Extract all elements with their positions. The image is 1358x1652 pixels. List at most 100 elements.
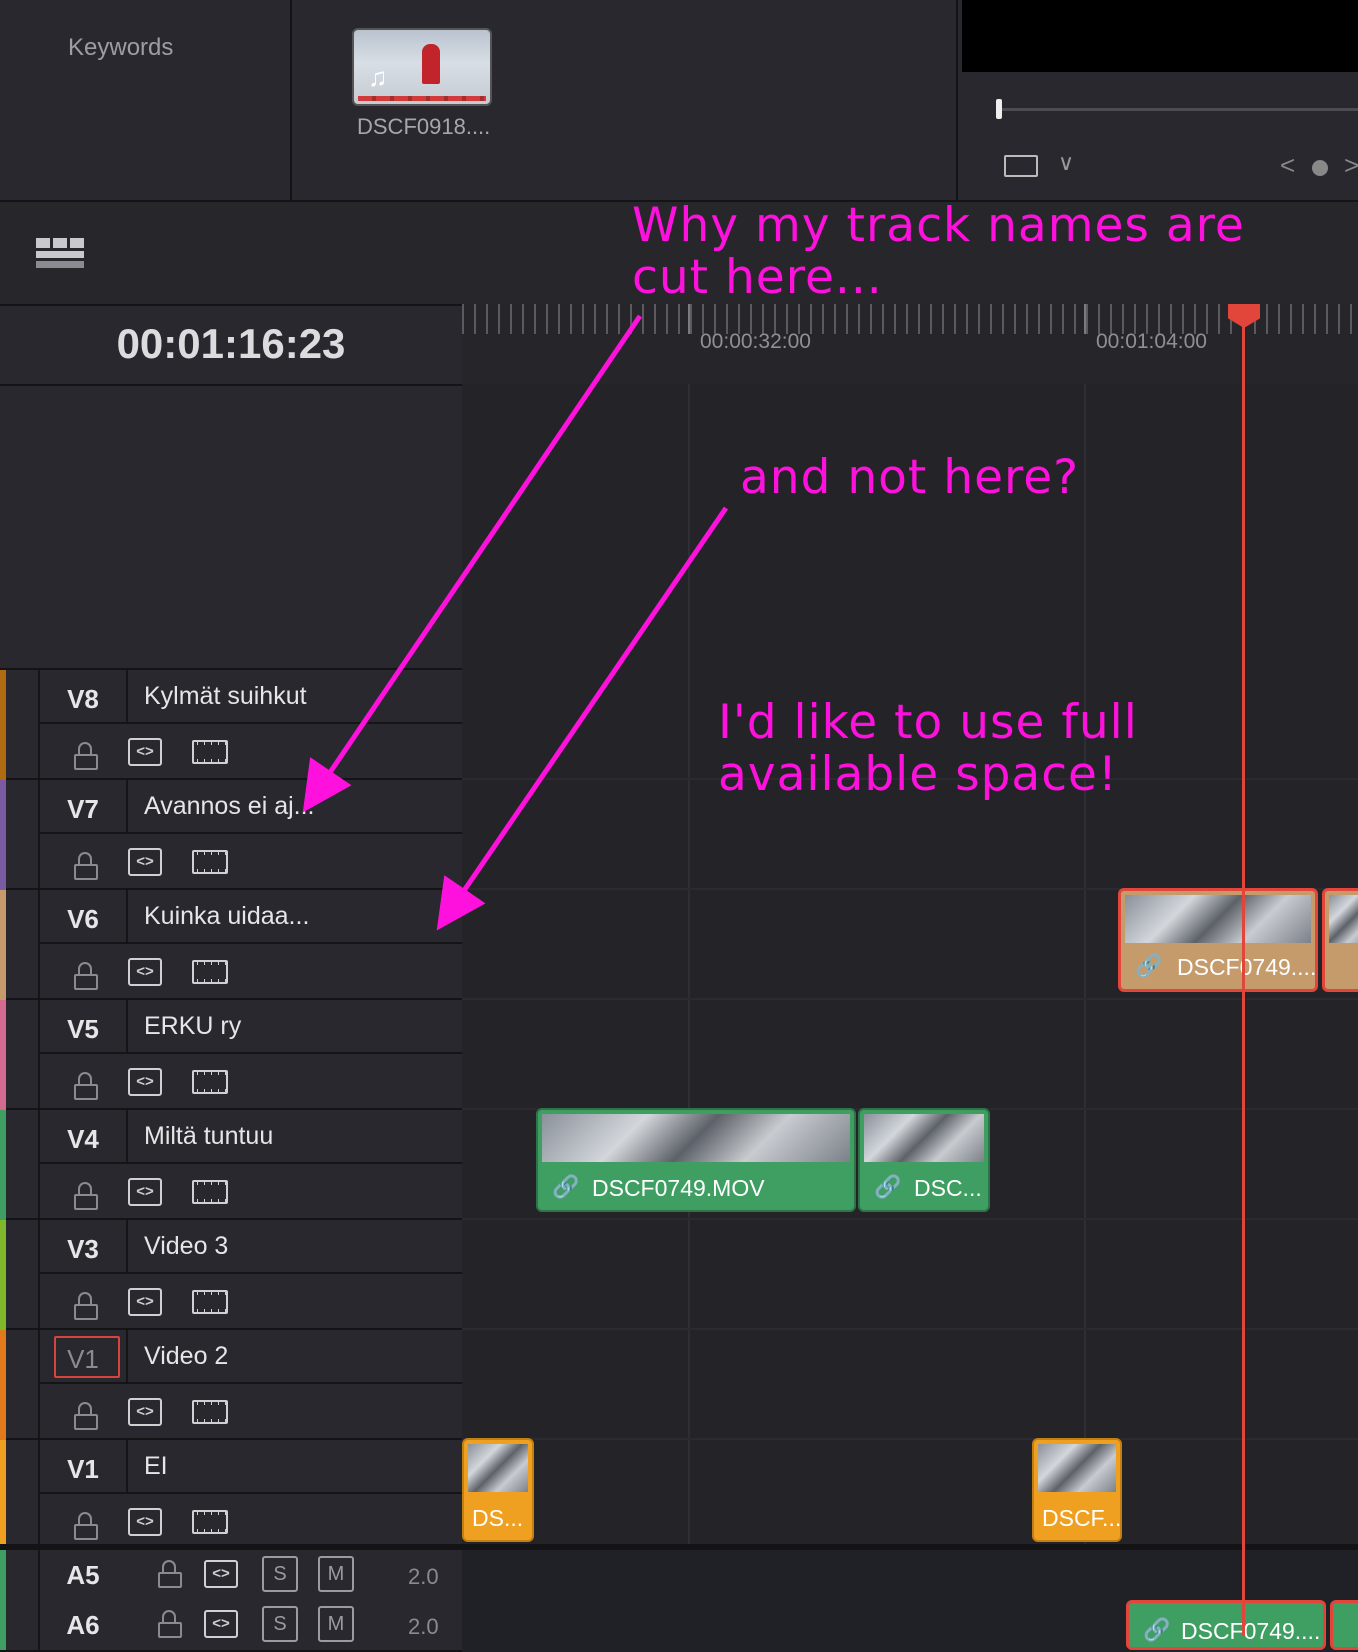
- audio-track-header[interactable]: A5 <> S M 2.0: [0, 1550, 462, 1602]
- film-strip-icon[interactable]: [1004, 155, 1038, 177]
- track-header[interactable]: V8 Kylmät suihkut <>: [0, 670, 462, 780]
- prev-icon[interactable]: <: [1280, 150, 1295, 181]
- timeline-clip-v1-b[interactable]: DSCF...: [1032, 1438, 1122, 1542]
- track-color-bar: [0, 1330, 6, 1440]
- video-track-row: V5 ERKU ry <>: [0, 1000, 1358, 1110]
- film-strip-icon[interactable]: [192, 1400, 228, 1424]
- lock-icon[interactable]: [74, 1512, 98, 1540]
- viewer-screen: [962, 0, 1358, 72]
- auto-select-icon[interactable]: <>: [128, 848, 162, 876]
- timeline-clip-v6[interactable]: 🔗 DSCF0749....: [1118, 888, 1318, 992]
- film-strip-icon[interactable]: [192, 740, 228, 764]
- auto-select-icon[interactable]: <>: [128, 958, 162, 986]
- track-name[interactable]: Video 2: [144, 1342, 228, 1371]
- ruler-major-tick: [688, 304, 690, 334]
- track-name[interactable]: EI: [144, 1452, 168, 1481]
- timeline-clip-v6-next[interactable]: [1322, 888, 1358, 992]
- auto-select-icon[interactable]: <>: [128, 1508, 162, 1536]
- track-id[interactable]: V5: [40, 1014, 126, 1045]
- track-id[interactable]: A6: [40, 1610, 126, 1641]
- track-id[interactable]: V3: [40, 1234, 126, 1265]
- timeline-clip-a6[interactable]: 🔗 DSCF0749....: [1126, 1600, 1326, 1650]
- auto-select-icon[interactable]: <>: [204, 1560, 238, 1588]
- solo-button[interactable]: S: [262, 1556, 298, 1592]
- keywords-label[interactable]: Keywords: [68, 34, 173, 62]
- viewer-scrub-handle[interactable]: [996, 99, 1002, 119]
- auto-select-icon[interactable]: <>: [128, 1178, 162, 1206]
- track-header[interactable]: V5 ERKU ry <>: [0, 1000, 462, 1110]
- track-name[interactable]: Kylmät suihkut: [144, 682, 307, 711]
- film-strip-icon[interactable]: [192, 1290, 228, 1314]
- timeline-clip-v1-a[interactable]: DS...: [462, 1438, 534, 1542]
- lock-icon[interactable]: [74, 1292, 98, 1320]
- track-id[interactable]: V4: [40, 1124, 126, 1155]
- track-lane[interactable]: [462, 1330, 1358, 1440]
- track-id[interactable]: V7: [40, 794, 126, 825]
- track-midline: [40, 1162, 462, 1164]
- track-id[interactable]: V6: [40, 904, 126, 935]
- film-strip-icon[interactable]: [192, 960, 228, 984]
- link-icon: 🔗: [1135, 953, 1163, 978]
- film-strip-icon[interactable]: [192, 1180, 228, 1204]
- clip-thumbnails: [1125, 895, 1311, 943]
- film-strip-icon[interactable]: [192, 850, 228, 874]
- track-id[interactable]: V1: [40, 1454, 126, 1485]
- audio-channels: 2.0: [408, 1564, 439, 1589]
- chevron-down-icon[interactable]: ∨: [1058, 150, 1074, 176]
- track-header[interactable]: V4 Miltä tuntuu <>: [0, 1110, 462, 1220]
- track-name[interactable]: Kuinka uidaa...: [144, 902, 309, 931]
- auto-select-icon[interactable]: <>: [128, 1068, 162, 1096]
- media-clip-name[interactable]: DSCF0918....: [357, 114, 490, 140]
- auto-select-icon[interactable]: <>: [128, 738, 162, 766]
- lock-icon[interactable]: [74, 742, 98, 770]
- track-lane[interactable]: [462, 1220, 1358, 1330]
- playhead-line[interactable]: [1242, 318, 1245, 1636]
- auto-select-icon[interactable]: <>: [204, 1610, 238, 1638]
- next-icon[interactable]: >: [1344, 150, 1358, 181]
- dot-icon[interactable]: [1312, 160, 1328, 176]
- track-name[interactable]: Avannos ei aj...: [144, 792, 314, 821]
- audio-channels: 2.0: [408, 1614, 439, 1639]
- timecode-display[interactable]: 00:01:16:23: [0, 320, 462, 368]
- timeline-clip-v4-a[interactable]: 🔗 DSCF0749.MOV: [536, 1108, 856, 1212]
- lock-icon[interactable]: [74, 962, 98, 990]
- lock-icon[interactable]: [74, 1072, 98, 1100]
- track-lane[interactable]: [462, 1440, 1358, 1550]
- timeline-clip-a6-next[interactable]: [1330, 1600, 1358, 1650]
- track-header[interactable]: V6 Kuinka uidaa... <>: [0, 890, 462, 1000]
- auto-select-icon[interactable]: <>: [128, 1288, 162, 1316]
- track-name[interactable]: Miltä tuntuu: [144, 1122, 273, 1151]
- track-header[interactable]: V7 Avannos ei aj... <>: [0, 780, 462, 890]
- track-color-bar: [0, 780, 6, 890]
- track-header[interactable]: V3 Video 3 <>: [0, 1220, 462, 1330]
- clip-person-figure: [422, 44, 440, 84]
- track-id[interactable]: V8: [40, 684, 126, 715]
- timeline-clip-v4-b[interactable]: 🔗 DSC...: [858, 1108, 990, 1212]
- track-color-bar: [0, 1000, 6, 1110]
- track-lane[interactable]: [462, 1000, 1358, 1110]
- track-name[interactable]: ERKU ry: [144, 1012, 241, 1041]
- track-id[interactable]: V1: [40, 1344, 126, 1375]
- lock-icon[interactable]: [74, 1402, 98, 1430]
- track-id[interactable]: A5: [40, 1560, 126, 1591]
- track-header[interactable]: V1 EI <>: [0, 1440, 462, 1550]
- lock-icon[interactable]: [158, 1610, 182, 1638]
- viewer-scrub-bar[interactable]: [998, 108, 1358, 111]
- lock-icon[interactable]: [158, 1560, 182, 1588]
- media-clip-thumbnail[interactable]: ♫: [352, 28, 492, 106]
- track-name[interactable]: Video 3: [144, 1232, 228, 1261]
- timeline-layout-icon[interactable]: [36, 238, 84, 268]
- lock-icon[interactable]: [74, 852, 98, 880]
- track-header[interactable]: V1 Video 2 <>: [0, 1330, 462, 1440]
- mute-button[interactable]: M: [318, 1606, 354, 1642]
- mute-button[interactable]: M: [318, 1556, 354, 1592]
- solo-button[interactable]: S: [262, 1606, 298, 1642]
- clip-name: DSCF0749....: [1177, 954, 1317, 980]
- clip-thumbnails: [1329, 895, 1358, 943]
- film-strip-icon[interactable]: [192, 1070, 228, 1094]
- film-strip-icon[interactable]: [192, 1510, 228, 1534]
- track-midline: [40, 1492, 462, 1494]
- auto-select-icon[interactable]: <>: [128, 1398, 162, 1426]
- audio-track-header[interactable]: A6 <> S M 2.0: [0, 1600, 462, 1652]
- lock-icon[interactable]: [74, 1182, 98, 1210]
